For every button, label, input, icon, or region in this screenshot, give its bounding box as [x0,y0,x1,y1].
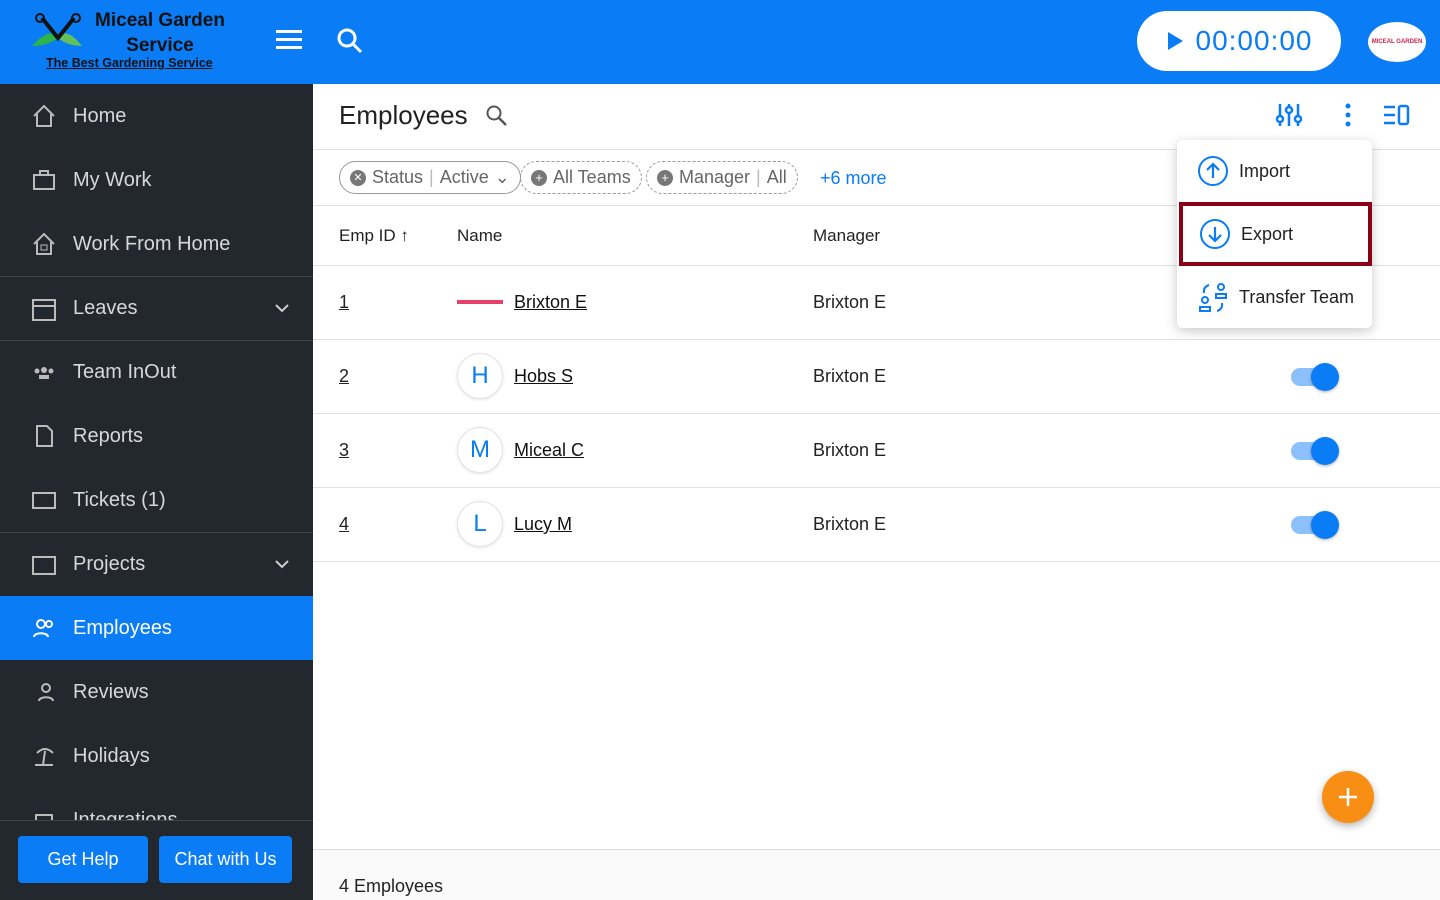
status-filter-chip[interactable]: ✕ Status | Active ⌄ [339,161,521,194]
menu-toggle-icon[interactable] [276,30,302,52]
house-icon [30,230,58,258]
filter-sliders-icon[interactable] [1275,102,1303,128]
search-icon[interactable] [485,104,509,128]
employees-icon [30,614,58,642]
column-header-manager[interactable]: Manager [813,226,880,246]
employee-count: 4 Employees [339,876,444,896]
ticket-icon [30,486,58,514]
sidebar-item-team-inout[interactable]: Team InOut [0,340,313,404]
menu-item-export[interactable]: Export [1179,202,1372,266]
clear-filter-icon[interactable]: ✕ [350,169,366,186]
table-row: 4 L Lucy M Brixton E [313,488,1440,562]
add-filter-icon: + [531,169,547,186]
sidebar-item-work-from-home[interactable]: Work From Home [0,212,313,276]
avatar: M [457,427,503,473]
page-title: Employees [339,100,468,130]
user-avatar[interactable]: MICEAL GARDEN [1368,22,1426,62]
top-bar: Miceal Garden Service The Best Gardening… [0,0,1440,84]
chat-button[interactable]: Chat with Us [159,836,292,883]
home-icon [30,102,58,130]
more-filters-link[interactable]: +6 more [820,168,887,189]
chevron-down-icon: ⌄ [494,167,510,187]
sidebar-item-holidays[interactable]: Holidays [0,724,313,788]
more-vertical-icon[interactable] [1343,102,1353,128]
report-icon [30,422,58,450]
column-view-icon[interactable] [1383,104,1411,126]
sidebar-item-leaves[interactable]: Leaves [0,276,313,340]
sidebar-item-tickets[interactable]: Tickets (1) [0,468,313,532]
team-icon [30,359,58,387]
menu-item-transfer-team[interactable]: Transfer Team [1177,266,1372,328]
menu-item-import[interactable]: Import [1177,140,1372,202]
sidebar: Home My Work Work From Home Leaves Team … [0,84,313,900]
add-filter-icon: + [657,169,673,186]
reviews-icon [30,678,58,706]
sidebar-item-employees[interactable]: Employees [0,596,313,660]
projects-icon [30,551,58,579]
sidebar-item-home[interactable]: Home [0,84,313,148]
sidebar-item-reviews[interactable]: Reviews [0,660,313,724]
table-row: 2 H Hobs S Brixton E [313,340,1440,414]
plus-icon [1339,788,1357,806]
column-header-name[interactable]: Name [457,226,502,246]
column-header-emp-id[interactable]: Emp ID ↑ [339,226,409,246]
actions-menu: Import Export Transfer Team [1177,140,1372,328]
timer-button[interactable]: 00:00:00 [1137,11,1341,71]
add-employee-button[interactable] [1322,771,1374,823]
teams-filter-chip[interactable]: + All Teams [520,161,642,194]
upload-circle-icon [1198,156,1228,186]
chevron-down-icon [275,560,289,569]
sidebar-item-projects[interactable]: Projects [0,532,313,596]
active-toggle[interactable] [1291,363,1339,391]
transfer-team-icon [1199,283,1227,312]
briefcase-icon [30,166,58,194]
sidebar-item-my-work[interactable]: My Work [0,148,313,212]
tagline: The Best Gardening Service [46,56,213,70]
search-icon[interactable] [336,27,364,55]
company-logo-avatar [457,300,503,304]
sidebar-item-reports[interactable]: Reports [0,404,313,468]
active-toggle[interactable] [1291,511,1339,539]
avatar: L [457,501,503,547]
brand-name: Miceal Garden Service [95,10,225,56]
holidays-icon [30,742,58,770]
manager-filter-chip[interactable]: + Manager | All [646,161,798,194]
download-circle-icon [1200,219,1230,249]
active-toggle[interactable] [1291,437,1339,465]
calendar-icon [30,295,58,323]
chevron-down-icon [275,304,289,313]
sort-ascending-icon: ↑ [400,226,409,245]
table-footer: 4 Employees [313,849,1440,900]
timer-value: 00:00:00 [1195,25,1313,56]
sidebar-footer: Get Help Chat with Us [0,820,313,900]
table-row: 3 M Miceal C Brixton E [313,414,1440,488]
play-icon [1167,32,1183,50]
avatar: H [457,353,503,399]
get-help-button[interactable]: Get Help [18,836,148,883]
